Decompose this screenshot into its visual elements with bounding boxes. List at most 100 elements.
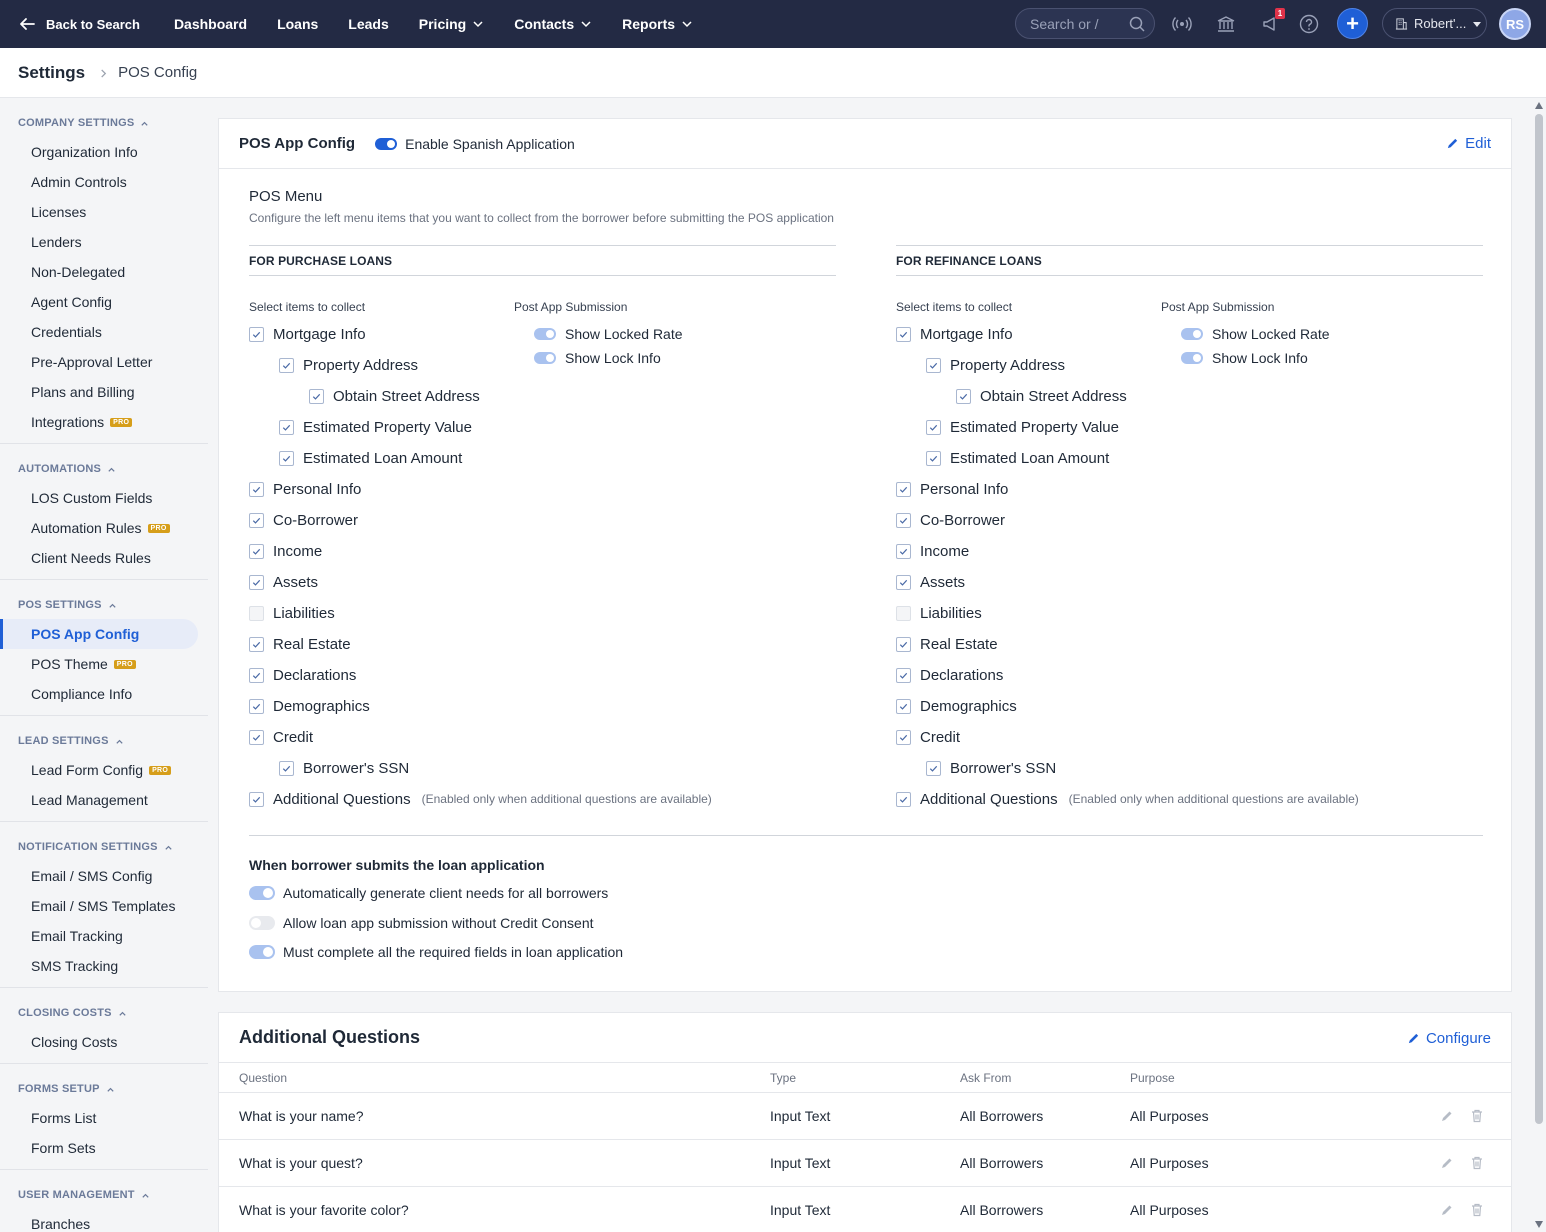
sidebar-item-automation-rules[interactable]: Automation Rules PRO bbox=[0, 513, 208, 543]
bank-icon[interactable] bbox=[1215, 13, 1237, 35]
borrower-s-ssn-checkbox[interactable] bbox=[926, 760, 941, 776]
avatar[interactable]: RS bbox=[1499, 8, 1531, 40]
nav-loans[interactable]: Loans bbox=[277, 16, 318, 32]
estimated-loan-amount-checkbox[interactable] bbox=[926, 450, 941, 466]
sidebar-item-forms-list[interactable]: Forms List bbox=[0, 1103, 208, 1133]
sidebar-item-credentials[interactable]: Credentials bbox=[0, 317, 208, 347]
declarations-checkbox[interactable] bbox=[249, 667, 264, 683]
personal-info-checkbox[interactable] bbox=[896, 481, 911, 497]
sidebar-item-branches[interactable]: Branches bbox=[0, 1209, 208, 1232]
add-button[interactable]: + bbox=[1337, 8, 1368, 39]
edit-button[interactable]: Edit bbox=[1446, 135, 1491, 152]
page-scrollbar[interactable] bbox=[1532, 98, 1546, 1232]
sidebar-item-los-custom-fields[interactable]: LOS Custom Fields bbox=[0, 483, 208, 513]
sidebar-group-header[interactable]: COMPANY SETTINGS bbox=[18, 116, 208, 130]
real-estate-checkbox[interactable] bbox=[896, 636, 911, 652]
breadcrumb-root[interactable]: Settings bbox=[18, 63, 85, 83]
show-locked-rate-toggle[interactable] bbox=[534, 328, 556, 340]
sidebar-item-closing-costs[interactable]: Closing Costs bbox=[0, 1027, 208, 1057]
sidebar-item-admin-controls[interactable]: Admin Controls bbox=[0, 167, 208, 197]
estimated-loan-amount-checkbox[interactable] bbox=[279, 450, 294, 466]
search-input[interactable]: Search or / bbox=[1015, 8, 1155, 39]
sidebar-item-client-needs-rules[interactable]: Client Needs Rules bbox=[0, 543, 208, 573]
back-to-search-button[interactable]: Back to Search bbox=[18, 15, 140, 33]
demographics-checkbox[interactable] bbox=[249, 698, 264, 714]
sidebar-item-pre-approval-letter[interactable]: Pre-Approval Letter bbox=[0, 347, 208, 377]
assets-checkbox[interactable] bbox=[249, 574, 264, 590]
account-selector[interactable]: Robert'... bbox=[1382, 8, 1487, 39]
sidebar-item-lenders[interactable]: Lenders bbox=[0, 227, 208, 257]
nav-leads[interactable]: Leads bbox=[348, 16, 388, 32]
help-icon[interactable] bbox=[1298, 13, 1320, 35]
sidebar-group-header[interactable]: CLOSING COSTS bbox=[18, 1006, 208, 1020]
nav-dashboard[interactable]: Dashboard bbox=[174, 16, 247, 32]
credit-checkbox[interactable] bbox=[249, 729, 264, 745]
nav-pricing[interactable]: Pricing bbox=[419, 16, 484, 32]
sidebar-item-pos-app-config[interactable]: POS App Config bbox=[0, 619, 198, 649]
nav-contacts[interactable]: Contacts bbox=[514, 16, 592, 32]
sidebar-item-email-sms-templates[interactable]: Email / SMS Templates bbox=[0, 891, 208, 921]
sidebar-group-header[interactable]: AUTOMATIONS bbox=[18, 462, 208, 476]
scroll-up-icon[interactable] bbox=[1535, 102, 1543, 109]
estimated-property-value-checkbox[interactable] bbox=[279, 419, 294, 435]
scrollbar-thumb[interactable] bbox=[1535, 114, 1543, 1124]
sidebar-item-form-sets[interactable]: Form Sets bbox=[0, 1133, 208, 1163]
liabilities-checkbox[interactable] bbox=[249, 605, 264, 621]
sidebar-item-non-delegated[interactable]: Non-Delegated bbox=[0, 257, 208, 287]
sidebar-item-lead-management[interactable]: Lead Management bbox=[0, 785, 208, 815]
real-estate-checkbox[interactable] bbox=[249, 636, 264, 652]
pencil-icon[interactable] bbox=[1439, 1155, 1455, 1171]
demographics-checkbox[interactable] bbox=[896, 698, 911, 714]
trash-icon[interactable] bbox=[1469, 1202, 1485, 1218]
sidebar-item-lead-form-config[interactable]: Lead Form Config PRO bbox=[0, 755, 208, 785]
configure-button[interactable]: Configure bbox=[1407, 1030, 1491, 1047]
nav-reports[interactable]: Reports bbox=[622, 16, 693, 32]
sidebar-item-integrations[interactable]: Integrations PRO bbox=[0, 407, 208, 437]
scroll-down-icon[interactable] bbox=[1535, 1221, 1543, 1228]
estimated-property-value-checkbox[interactable] bbox=[926, 419, 941, 435]
liabilities-checkbox[interactable] bbox=[896, 605, 911, 621]
spanish-toggle[interactable] bbox=[375, 137, 398, 150]
show-lock-info-toggle[interactable] bbox=[534, 352, 556, 364]
mortgage-info-checkbox[interactable] bbox=[249, 326, 264, 342]
submit-option-toggle[interactable] bbox=[249, 886, 275, 900]
show-locked-rate-toggle[interactable] bbox=[1181, 328, 1203, 340]
assets-checkbox[interactable] bbox=[896, 574, 911, 590]
credit-checkbox[interactable] bbox=[896, 729, 911, 745]
sidebar-group-header[interactable]: NOTIFICATION SETTINGS bbox=[18, 840, 208, 854]
submit-option-toggle[interactable] bbox=[249, 945, 275, 959]
sidebar-item-compliance-info[interactable]: Compliance Info bbox=[0, 679, 208, 709]
trash-icon[interactable] bbox=[1469, 1155, 1485, 1171]
obtain-street-address-checkbox[interactable] bbox=[956, 388, 971, 404]
property-address-checkbox[interactable] bbox=[279, 357, 294, 373]
trash-icon[interactable] bbox=[1469, 1108, 1485, 1124]
obtain-street-address-checkbox[interactable] bbox=[309, 388, 324, 404]
sidebar-group-header[interactable]: FORMS SETUP bbox=[18, 1082, 208, 1096]
sidebar-item-email-sms-config[interactable]: Email / SMS Config bbox=[0, 861, 208, 891]
mortgage-info-checkbox[interactable] bbox=[896, 326, 911, 342]
sidebar-item-pos-theme[interactable]: POS Theme PRO bbox=[0, 649, 208, 679]
sidebar-group-header[interactable]: LEAD SETTINGS bbox=[18, 734, 208, 748]
sidebar-group-header[interactable]: POS SETTINGS bbox=[18, 598, 208, 612]
show-lock-info-toggle[interactable] bbox=[1181, 352, 1203, 364]
income-checkbox[interactable] bbox=[249, 543, 264, 559]
additional-questions-checkbox[interactable] bbox=[249, 791, 264, 807]
pencil-icon[interactable] bbox=[1439, 1202, 1455, 1218]
property-address-checkbox[interactable] bbox=[926, 357, 941, 373]
borrower-s-ssn-checkbox[interactable] bbox=[279, 760, 294, 776]
co-borrower-checkbox[interactable] bbox=[249, 512, 264, 528]
co-borrower-checkbox[interactable] bbox=[896, 512, 911, 528]
sidebar-item-agent-config[interactable]: Agent Config bbox=[0, 287, 208, 317]
broadcast-icon[interactable] bbox=[1171, 13, 1193, 35]
sidebar-item-email-tracking[interactable]: Email Tracking bbox=[0, 921, 208, 951]
additional-questions-checkbox[interactable] bbox=[896, 791, 911, 807]
sidebar-item-licenses[interactable]: Licenses bbox=[0, 197, 208, 227]
submit-option-toggle[interactable] bbox=[249, 915, 275, 930]
personal-info-checkbox[interactable] bbox=[249, 481, 264, 497]
income-checkbox[interactable] bbox=[896, 543, 911, 559]
sidebar-item-plans-and-billing[interactable]: Plans and Billing bbox=[0, 377, 208, 407]
sidebar-item-sms-tracking[interactable]: SMS Tracking bbox=[0, 951, 208, 981]
sidebar-group-header[interactable]: USER MANAGEMENT bbox=[18, 1188, 208, 1202]
declarations-checkbox[interactable] bbox=[896, 667, 911, 683]
pencil-icon[interactable] bbox=[1439, 1108, 1455, 1124]
